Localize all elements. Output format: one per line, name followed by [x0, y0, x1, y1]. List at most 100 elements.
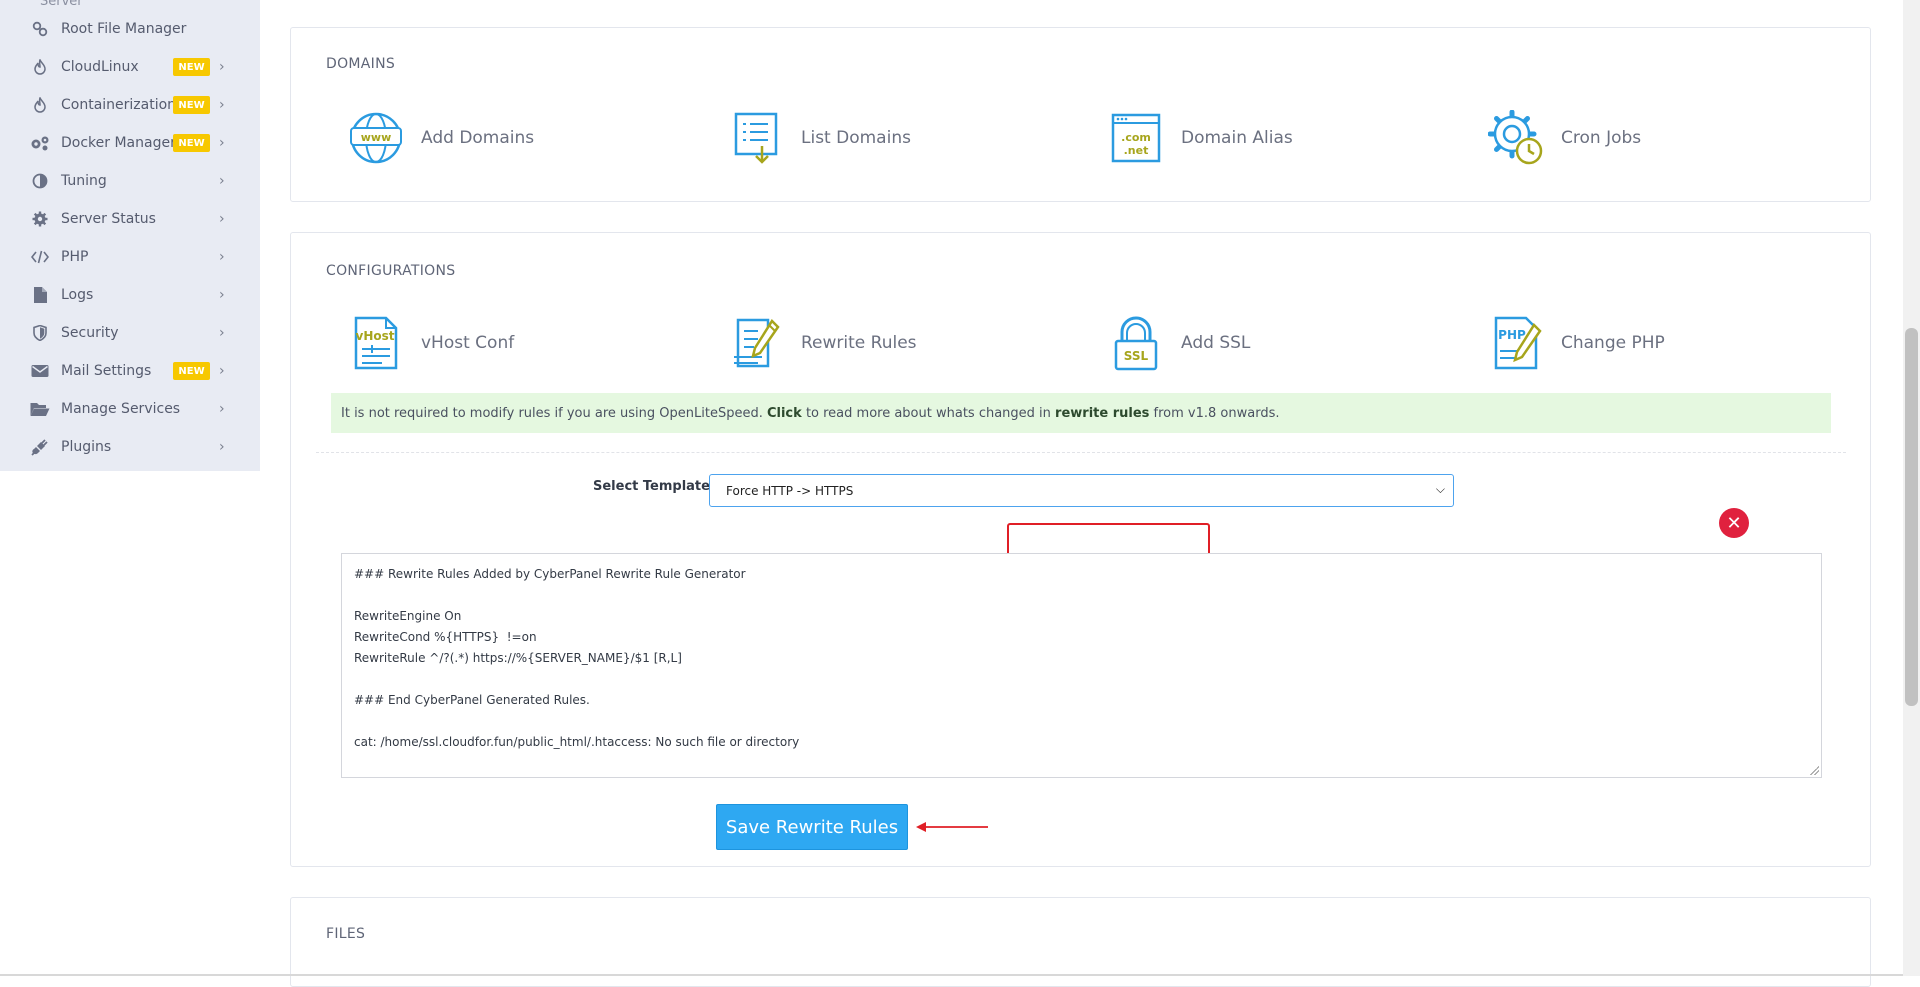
save-rewrite-rules-button[interactable]: Save Rewrite Rules — [716, 804, 908, 850]
sidebar-item-cloudlinux[interactable]: CloudLinux NEW › — [0, 48, 260, 86]
tile-label: Rewrite Rules — [801, 333, 917, 353]
chevron-right-icon: › — [219, 287, 225, 303]
notice-text: to read more about whats changed in — [805, 405, 1051, 421]
cron-jobs-tile[interactable]: Cron Jobs — [1488, 110, 1641, 166]
tile-label: Add Domains — [421, 128, 535, 148]
tile-label: vHost Conf — [421, 333, 515, 353]
gear-clock-icon — [1488, 110, 1543, 165]
sidebar-item-label: Logs — [61, 287, 94, 303]
notice-click-link[interactable]: Click — [767, 406, 802, 421]
flame-icon — [30, 57, 50, 77]
sidebar-item-label: PHP — [61, 249, 89, 265]
half-circle-icon — [30, 171, 50, 191]
ssl-lock-icon: SSL — [1114, 316, 1158, 371]
editor-line: cat: /home/ssl.cloudfor.fun/public_html/… — [354, 735, 800, 749]
sidebar-item-label: Manage Services — [61, 401, 181, 417]
select-template-label: Select Template — [593, 479, 710, 494]
new-badge: NEW — [173, 96, 210, 114]
add-domains-tile[interactable]: www Add Domains — [348, 110, 534, 166]
sidebar-section-label: Server — [40, 0, 83, 9]
sidebar-item-tuning[interactable]: Tuning › — [0, 162, 260, 200]
notice-rewrite-rules-link[interactable]: rewrite rules — [1055, 406, 1149, 421]
section-title-configurations: CONFIGURATIONS — [326, 263, 456, 279]
rewrite-rules-textarea[interactable]: ### Rewrite Rules Added by CyberPanel Re… — [341, 553, 1822, 778]
list-domains-tile[interactable]: List Domains — [728, 110, 911, 166]
tile-label: Change PHP — [1561, 333, 1665, 353]
svg-text:.com: .com — [1121, 131, 1151, 144]
flame-icon — [30, 95, 50, 115]
www-globe-icon: www — [350, 112, 402, 164]
sidebar-item-logs[interactable]: Logs › — [0, 276, 260, 314]
editor-line: RewriteEngine On — [354, 609, 462, 623]
editor-line: ### Rewrite Rules Added by CyberPanel Re… — [354, 567, 746, 581]
tile-label: List Domains — [801, 128, 911, 148]
chevron-right-icon: › — [219, 173, 225, 189]
divider — [316, 452, 1846, 453]
sidebar-item-docker-manager[interactable]: Docker Manager NEW › — [0, 124, 260, 162]
new-badge: NEW — [173, 58, 210, 76]
configurations-card: CONFIGURATIONS vHost vHost Conf Rewrite … — [290, 232, 1871, 867]
chevron-right-icon: › — [219, 135, 225, 151]
sidebar-item-root-file-manager[interactable]: Root File Manager — [0, 10, 260, 48]
folder-open-icon — [30, 399, 50, 419]
editor-line: ### End CyberPanel Generated Rules. — [354, 693, 590, 707]
template-select[interactable]: Force HTTP -> HTTPS ⌵ — [709, 474, 1454, 507]
sidebar-item-manage-services[interactable]: Manage Services › — [0, 390, 260, 428]
sidebar-item-security[interactable]: Security › — [0, 314, 260, 352]
sidebar-item-php[interactable]: PHP › — [0, 238, 260, 276]
chevron-right-icon: › — [219, 249, 225, 265]
chevron-right-icon: › — [219, 97, 225, 113]
template-select-value: Force HTTP -> HTTPS — [726, 483, 854, 498]
sidebar-item-label: CloudLinux — [61, 59, 139, 75]
domains-card: DOMAINS www Add Domains List Domains .co… — [290, 27, 1871, 202]
sidebar-item-label: Root File Manager — [61, 21, 187, 37]
chevron-right-icon: › — [219, 59, 225, 75]
svg-text:PHP: PHP — [1498, 328, 1526, 342]
gears-icon — [30, 133, 50, 153]
chevron-down-icon: ⌵ — [1435, 482, 1445, 496]
file-icon — [30, 285, 50, 305]
vertical-scrollbar[interactable] — [1903, 0, 1920, 976]
add-ssl-tile[interactable]: SSL Add SSL — [1108, 315, 1250, 371]
section-title-domains: DOMAINS — [326, 56, 396, 72]
resize-handle[interactable] — [1809, 765, 1819, 775]
section-title-files: FILES — [326, 926, 366, 942]
sidebar-item-label: Docker Manager — [61, 135, 176, 151]
sidebar-item-plugins[interactable]: Plugins › — [0, 428, 260, 466]
list-document-icon — [734, 112, 778, 164]
chevron-right-icon: › — [219, 211, 225, 227]
com-net-window-icon: .com .net — [1111, 113, 1161, 163]
svg-text:SSL: SSL — [1124, 349, 1149, 363]
link-icon — [30, 19, 50, 39]
chevron-right-icon: › — [219, 325, 225, 341]
arrow-left-icon — [916, 822, 988, 832]
sidebar-item-mail-settings[interactable]: Mail Settings NEW › — [0, 352, 260, 390]
pencil-document-icon — [734, 318, 780, 368]
notice-text: It is not required to modify rules if yo… — [341, 405, 763, 421]
sidebar-item-label: Mail Settings — [61, 363, 152, 379]
chevron-right-icon: › — [219, 401, 225, 417]
php-document-icon: PHP — [1494, 316, 1542, 370]
sidebar-item-server-status[interactable]: Server Status › — [0, 200, 260, 238]
tile-label: Domain Alias — [1181, 128, 1293, 148]
editor-line: RewriteRule ^/?(.*) https://%{SERVER_NAM… — [354, 651, 682, 665]
close-icon[interactable]: ✕ — [1719, 508, 1749, 538]
vhost-conf-tile[interactable]: vHost vHost Conf — [348, 315, 514, 371]
chevron-right-icon: › — [219, 439, 225, 455]
change-php-tile[interactable]: PHP Change PHP — [1488, 315, 1665, 371]
openlitespeed-notice: It is not required to modify rules if yo… — [331, 393, 1831, 433]
rewrite-rules-tile[interactable]: Rewrite Rules — [728, 315, 917, 371]
domain-alias-tile[interactable]: .com .net Domain Alias — [1108, 110, 1293, 166]
sidebar-item-label: Tuning — [61, 173, 107, 189]
envelope-icon — [30, 361, 50, 381]
sidebar: Server Root File Manager CloudLinux NEW … — [0, 0, 260, 471]
gear-icon — [30, 209, 50, 229]
scrollbar-thumb[interactable] — [1905, 328, 1918, 706]
svg-text:vHost: vHost — [356, 329, 395, 343]
sidebar-item-containerization[interactable]: Containerization NEW › — [0, 86, 260, 124]
plug-icon — [30, 437, 50, 457]
code-icon — [30, 247, 50, 267]
new-badge: NEW — [173, 362, 210, 380]
